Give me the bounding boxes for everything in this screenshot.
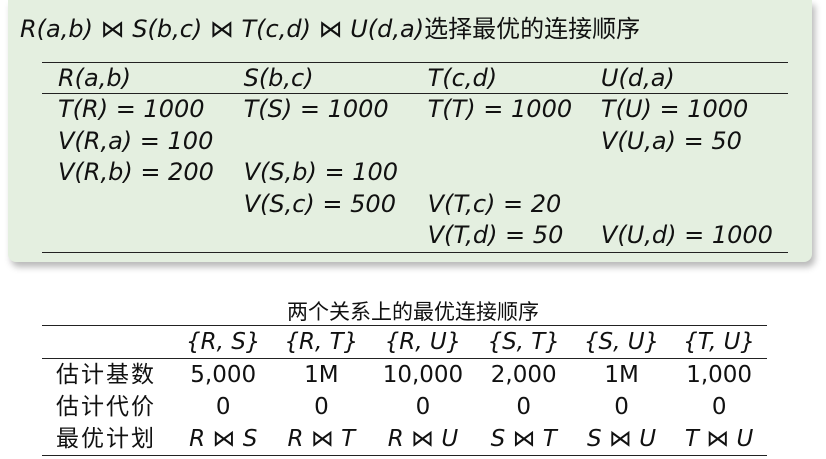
pair-header: {T, U} [671,325,767,359]
stat-cell [228,126,412,158]
stat-cell: V(S,c) = 500 [243,189,396,218]
stat-cell: T(T) = 1000 [427,95,573,123]
stat-cell [227,220,412,253]
plan-cell: R ⋈ T [272,423,371,456]
stat-cell [585,157,788,189]
value-cell: 5,000 [190,362,257,388]
best-plan-row: 最优计划 R ⋈ S R ⋈ T R ⋈ U S ⋈ T S ⋈ U T ⋈ U [42,423,767,456]
value-cell: 1M [604,362,639,388]
relation-header: R(a,b) [42,62,228,94]
value-cell: 2,000 [490,362,557,388]
stat-cell: V(U,a) = 50 [600,126,742,155]
value-cell: 0 [215,394,231,420]
row-label: 估计代价 [56,394,156,420]
join-expression: R(a,b) ⋈ S(b,c) ⋈ T(c,d) ⋈ U(d,a) [20,15,425,43]
pair-header: {R, U} [370,325,476,359]
stat-cell: V(R,a) = 100 [58,126,214,155]
row-label: 最优计划 [42,423,174,456]
relation-header: T(c,d) [411,62,585,94]
value-cell: 0 [516,394,532,420]
title-suffix: 选择最优的连接顺序 [424,15,641,43]
pair-header: {R, S} [174,325,273,359]
pair-header: {R, T} [272,325,371,359]
stat-cell: T(U) = 1000 [600,95,749,123]
row-label: 估计基数 [56,362,156,388]
estimated-cardinality-row: 估计基数 5,000 1M 10,000 2,000 1M 1,000 [42,359,767,392]
example-block: R(a,b) ⋈ S(b,c) ⋈ T(c,d) ⋈ U(d,a)选择最优的连接… [8,0,812,262]
plan-cell: S ⋈ U [571,423,672,456]
stat-cell [42,220,228,253]
corner-cell [42,325,174,359]
value-cell: 10,000 [382,362,464,388]
stat-cell: T(S) = 1000 [243,95,389,123]
table-caption: 两个关系上的最优连接顺序 [287,300,539,324]
stats-row: V(R,b) = 200 V(S,b) = 100 [42,157,788,189]
stat-cell: V(R,b) = 200 [58,158,214,186]
relation-header-row: R(a,b) S(b,c) T(c,d) U(d,a) [42,62,788,94]
block-title: R(a,b) ⋈ S(b,c) ⋈ T(c,d) ⋈ U(d,a)选择最优的连接… [20,9,640,44]
stat-cell: V(S,b) = 100 [243,158,398,186]
relation-header: S(b,c) [227,62,412,94]
plan-cell: T ⋈ U [671,423,767,456]
stat-cell [585,189,788,221]
value-cell: 0 [614,394,629,420]
stat-cell [412,126,585,158]
optimal-join-table: {R, S} {R, T} {R, U} {S, T} {S, U} {T, U… [42,325,767,456]
plan-cell: R ⋈ U [370,423,476,456]
stat-cell: T(R) = 1000 [58,95,205,123]
stat-cell: V(U,d) = 1000 [584,220,788,253]
stats-row: T(R) = 1000 T(S) = 1000 T(T) = 1000 T(U)… [42,94,788,126]
plan-cell: R ⋈ S [174,423,273,456]
value-cell: 0 [711,394,727,420]
stat-cell [412,157,585,189]
relation-header: U(d,a) [584,62,788,94]
stats-row: V(S,c) = 500 V(T,c) = 20 [42,189,788,221]
estimated-cost-row: 估计代价 0 0 0 0 0 0 [42,391,767,423]
pair-header: {S, T} [475,325,572,359]
value-cell: 0 [415,394,431,420]
stat-cell: V(T,c) = 20 [427,189,562,218]
stat-cell [42,189,228,221]
pair-header-row: {R, S} {R, T} {R, U} {S, T} {S, U} {T, U… [42,325,767,359]
stats-row: V(T,d) = 50 V(U,d) = 1000 [42,220,788,253]
value-cell: 0 [314,394,329,420]
stats-row: V(R,a) = 100 V(U,a) = 50 [42,126,788,158]
stat-cell: V(T,d) = 50 [411,220,585,253]
slide: R(a,b) ⋈ S(b,c) ⋈ T(c,d) ⋈ U(d,a)选择最优的连接… [0,0,826,459]
relation-statistics-table: R(a,b) S(b,c) T(c,d) U(d,a) T(R) = 1000 … [42,62,788,253]
pair-header: {S, U} [571,325,672,359]
plan-cell: S ⋈ T [475,423,572,456]
value-cell: 1,000 [686,362,753,388]
value-cell: 1M [304,362,339,388]
